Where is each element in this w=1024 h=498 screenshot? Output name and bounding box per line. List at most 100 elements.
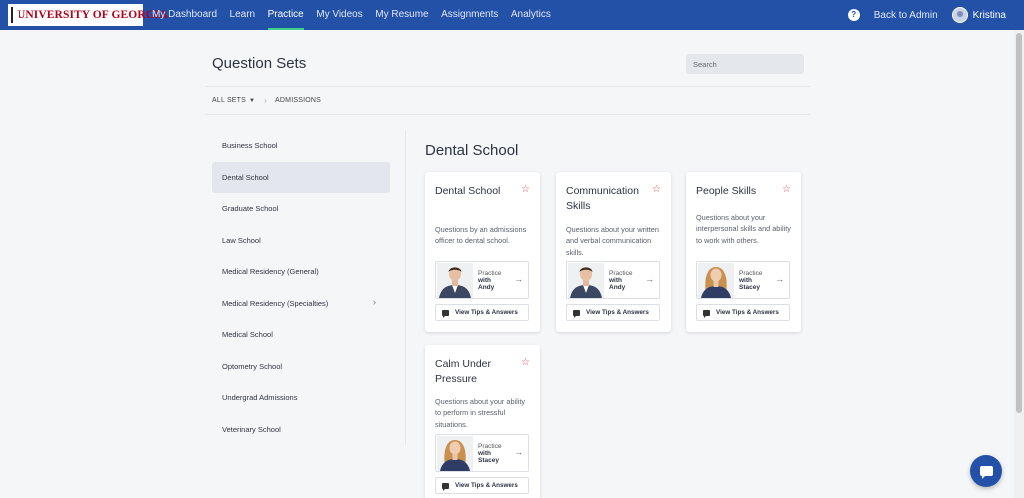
page-scrollbar[interactable] xyxy=(1014,30,1024,498)
coach-photo xyxy=(698,263,734,298)
practice-with: with xyxy=(609,277,622,284)
chat-bubble-icon xyxy=(442,482,449,491)
sidebar-item-label: Optometry School xyxy=(222,361,283,371)
sidebar-item-label: Veterinary School xyxy=(222,424,281,434)
nav-link-practice[interactable]: Practice xyxy=(267,0,304,30)
sidebar-item-veterinary-school[interactable]: Veterinary School xyxy=(212,414,390,446)
nav-link-assignments[interactable]: Assignments xyxy=(441,0,498,30)
breadcrumb-all-sets[interactable]: ALL SETS xyxy=(212,97,246,104)
practice-label: Practice xyxy=(478,270,502,277)
university-logo[interactable]: UNIVERSITY OF GEORGIA xyxy=(8,4,168,26)
nav-right: ? Back to Admin Kristina xyxy=(847,0,1006,30)
chat-button[interactable] xyxy=(970,455,1002,487)
sidebar-item-medical-residency-specialties[interactable]: Medical Residency (Specialties) › xyxy=(212,288,390,320)
coach-name: Stacey xyxy=(478,457,499,464)
card-description: Questions about your ability to perform … xyxy=(435,397,526,429)
sidebar-item-label: Business School xyxy=(222,141,278,151)
nav-link-learn[interactable]: Learn xyxy=(230,0,256,30)
caret-down-icon[interactable]: ▼ xyxy=(249,98,255,104)
chat-icon xyxy=(979,466,993,479)
star-icon[interactable]: ☆ xyxy=(521,184,530,195)
sidebar-item-business-school[interactable]: Business School xyxy=(212,130,390,162)
sidebar-item-law-school[interactable]: Law School xyxy=(212,225,390,257)
coach-photo xyxy=(437,263,473,298)
coach-name: Andy xyxy=(609,284,626,291)
practice-button[interactable]: Practice with Andy → xyxy=(566,261,660,299)
card-title: Calm Under Pressure xyxy=(435,358,492,385)
sidebar-item-label: Law School xyxy=(222,235,261,245)
question-set-card[interactable]: Communication Skills ☆ Questions about y… xyxy=(556,172,671,332)
search-input[interactable] xyxy=(686,54,804,74)
coach-name: Andy xyxy=(478,284,495,291)
top-navbar: UNIVERSITY OF GEORGIA My Dashboard Learn… xyxy=(0,0,1024,30)
sidebar-item-medical-residency-general[interactable]: Medical Residency (General) xyxy=(212,256,390,288)
scrollbar-thumb[interactable] xyxy=(1016,33,1022,413)
breadcrumb-current: ADMISSIONS xyxy=(275,97,321,104)
nav-link-my-resume[interactable]: My Resume xyxy=(375,0,428,30)
help-icon[interactable]: ? xyxy=(847,9,860,21)
practice-text: Practice with Andy xyxy=(478,270,501,291)
card-title: Communication Skills xyxy=(566,185,639,212)
card-description: Questions about your written and verbal … xyxy=(566,225,659,257)
chat-bubble-icon xyxy=(442,309,449,318)
arrow-right-icon: → xyxy=(514,274,523,284)
coach-name: Stacey xyxy=(739,284,760,291)
back-to-admin-link[interactable]: Back to Admin xyxy=(874,10,938,21)
sidebar-item-label: Graduate School xyxy=(222,204,279,214)
view-tips-label: View Tips & Answers xyxy=(586,309,649,316)
practice-button[interactable]: Practice with Stacey → xyxy=(696,261,790,299)
view-tips-button[interactable]: View Tips & Answers xyxy=(696,304,790,321)
sidebar-item-label: Medical School xyxy=(222,330,273,340)
question-set-card[interactable]: Dental School ☆ Questions by an admissio… xyxy=(425,172,540,332)
logo-text: UNIVERSITY OF GEORGIA xyxy=(17,9,168,21)
practice-button[interactable]: Practice with Stacey → xyxy=(435,434,529,472)
sidebar-item-label: Medical Residency (Specialties) xyxy=(222,298,329,308)
view-tips-label: View Tips & Answers xyxy=(716,309,779,316)
nav-link-analytics[interactable]: Analytics xyxy=(511,0,551,30)
question-set-card[interactable]: People Skills ☆ Questions about your int… xyxy=(686,172,801,332)
practice-text: Practice with Stacey xyxy=(739,270,762,291)
logo-seal-icon xyxy=(11,7,19,23)
card-title: People Skills xyxy=(696,185,757,197)
view-tips-button[interactable]: View Tips & Answers xyxy=(435,477,529,494)
view-tips-label: View Tips & Answers xyxy=(455,309,518,316)
user-name[interactable]: Kristina xyxy=(973,10,1006,21)
avatar[interactable] xyxy=(951,7,968,23)
arrow-right-icon: → xyxy=(775,274,784,284)
practice-text: Practice with Andy xyxy=(609,270,632,291)
practice-label: Practice xyxy=(739,270,763,277)
sidebar-item-label: Dental School xyxy=(222,172,269,182)
practice-label: Practice xyxy=(609,270,633,277)
sidebar-item-optometry-school[interactable]: Optometry School xyxy=(212,351,390,383)
star-icon[interactable]: ☆ xyxy=(521,357,530,368)
star-icon[interactable]: ☆ xyxy=(782,184,791,195)
practice-text: Practice with Stacey xyxy=(478,443,501,464)
view-tips-button[interactable]: View Tips & Answers xyxy=(435,304,529,321)
practice-with: with xyxy=(478,277,491,284)
view-tips-label: View Tips & Answers xyxy=(455,482,518,489)
practice-with: with xyxy=(739,277,752,284)
divider xyxy=(205,114,810,115)
practice-with: with xyxy=(478,450,491,457)
nav-link-my-videos[interactable]: My Videos xyxy=(316,0,363,30)
sidebar-item-medical-school[interactable]: Medical School xyxy=(212,319,390,351)
category-sidebar: Business School Dental School Graduate S… xyxy=(212,130,390,445)
sidebar-item-label: Medical Residency (General) xyxy=(222,267,319,277)
view-tips-button[interactable]: View Tips & Answers xyxy=(566,304,660,321)
section-title: Dental School xyxy=(425,142,519,159)
practice-label: Practice xyxy=(478,443,502,450)
coach-photo xyxy=(568,263,604,298)
chat-bubble-icon xyxy=(703,309,710,318)
nav-link-dashboard[interactable]: My Dashboard xyxy=(152,0,217,30)
card-description: Questions about your interpersonal skill… xyxy=(696,213,791,245)
breadcrumb: ALL SETS ▼ › ADMISSIONS xyxy=(212,96,321,105)
sidebar-item-dental-school[interactable]: Dental School xyxy=(212,161,390,193)
divider xyxy=(405,130,406,445)
practice-button[interactable]: Practice with Andy → xyxy=(435,261,529,299)
question-set-card[interactable]: Calm Under Pressure ☆ Questions about yo… xyxy=(425,345,540,498)
sidebar-item-graduate-school[interactable]: Graduate School xyxy=(212,193,390,225)
arrow-right-icon: → xyxy=(514,447,523,457)
sidebar-item-label: Undergrad Admissions xyxy=(222,393,298,403)
sidebar-item-undergrad-admissions[interactable]: Undergrad Admissions xyxy=(212,382,390,414)
star-icon[interactable]: ☆ xyxy=(652,184,661,195)
